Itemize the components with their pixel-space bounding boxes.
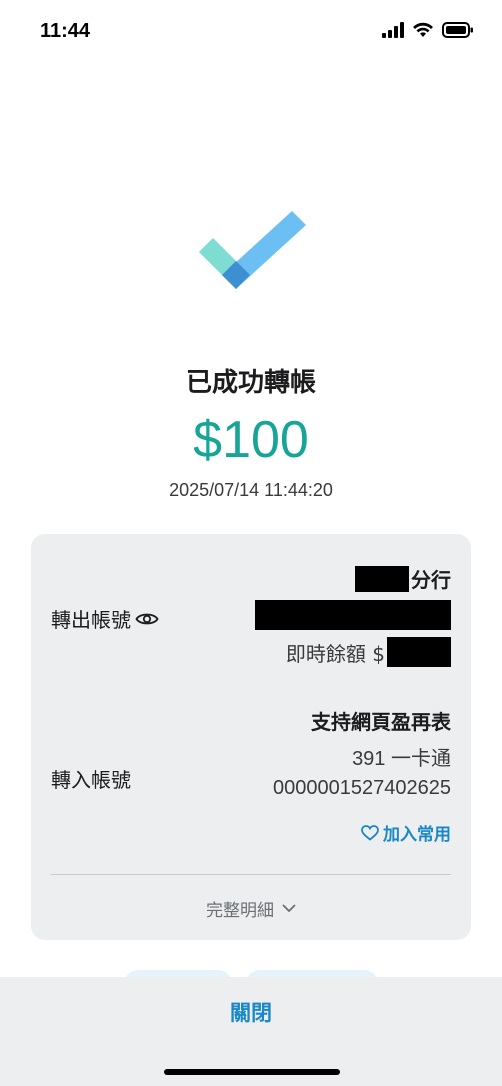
cellular-signal-icon (382, 22, 404, 38)
to-account-name: 支持網頁盈再表 (311, 710, 451, 734)
redacted-branch (355, 565, 409, 592)
redacted-balance (387, 637, 451, 667)
full-details-label: 完整明細 (206, 901, 274, 921)
to-account-label: 轉入帳號 (51, 768, 131, 792)
chevron-down-icon (282, 904, 296, 913)
balance-line: 即時餘額 $ (286, 637, 451, 667)
from-account-label-row: 轉出帳號 (51, 604, 159, 633)
status-bar: 11:44 (0, 0, 502, 64)
balance-label: 即時餘額 $ (285, 641, 385, 666)
full-details-toggle[interactable]: 完整明細 (31, 896, 471, 921)
success-check-icon (199, 211, 306, 289)
eye-icon[interactable] (135, 611, 159, 627)
close-button[interactable]: 關閉 (0, 997, 502, 1027)
transfer-datetime: 2025/07/14 11:44:20 (169, 480, 333, 500)
transfer-success-screen: 11:44 已成功轉帳 $100 2025/07/14 11:44:20 分行 … (0, 0, 502, 1086)
branch-suffix: 分行 (411, 568, 451, 592)
redacted-account-number (255, 600, 451, 630)
add-favorite-label: 加入常用 (383, 825, 451, 845)
to-bank: 391 一卡通 (352, 742, 451, 771)
heart-icon (361, 824, 379, 841)
transfer-amount: $100 (193, 411, 309, 469)
to-account-number: 0000001527402625 (273, 777, 451, 799)
status-icons (382, 22, 474, 38)
home-indicator (164, 1069, 340, 1075)
from-account-label: 轉出帳號 (51, 608, 131, 632)
from-account-number (255, 600, 451, 630)
card-divider (51, 874, 451, 875)
transfer-detail-card: 分行 轉出帳號 即時餘額 $ 支持網頁盈再表 轉入帳號 391 一卡通 0000… (31, 534, 471, 940)
status-time: 11:44 (40, 20, 91, 42)
battery-icon (442, 22, 473, 38)
to-bank-text: 391 一卡通 (352, 748, 451, 770)
bottom-bar: 關閉 (0, 977, 502, 1086)
from-branch-line: 分行 (355, 564, 451, 593)
wifi-icon (413, 22, 433, 37)
add-favorite-button[interactable]: 加入常用 (361, 820, 451, 845)
success-title: 已成功轉帳 (185, 368, 316, 398)
